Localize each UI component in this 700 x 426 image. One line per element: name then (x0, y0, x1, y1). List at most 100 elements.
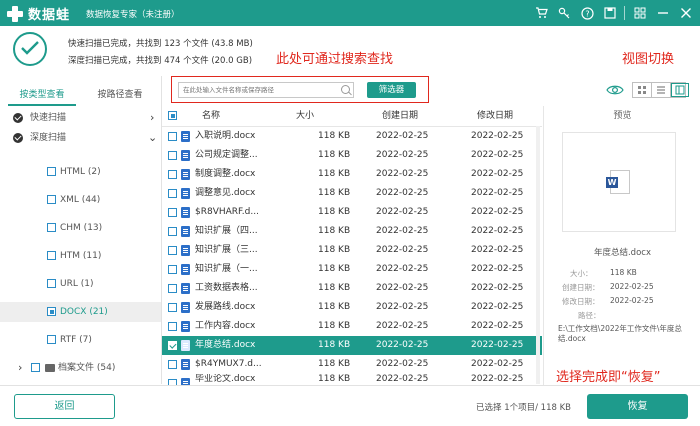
table-row[interactable]: 知识扩展（一... 118 KB 2022-02-25 2022-02-25 (162, 260, 542, 279)
recover-button[interactable]: 恢复 (587, 394, 688, 419)
checkbox[interactable] (47, 307, 56, 316)
checkbox[interactable] (31, 363, 40, 372)
search-input[interactable] (179, 83, 329, 97)
file-size: 118 KB (318, 150, 351, 160)
file-name: 发展路线.docx (195, 302, 256, 312)
table-row[interactable]: $R8VHARF.d... 118 KB 2022-02-25 2022-02-… (162, 203, 542, 222)
column-modified[interactable]: 修改日期 (477, 106, 513, 126)
tree-archive[interactable]: › 档案文件 (54) (0, 358, 161, 378)
eye-icon[interactable] (606, 84, 624, 96)
minimize-icon[interactable] (655, 5, 671, 21)
file-created: 2022-02-25 (376, 340, 429, 350)
row-checkbox[interactable] (168, 151, 177, 160)
column-size[interactable]: 大小 (296, 106, 314, 126)
file-modified: 2022-02-25 (471, 169, 524, 179)
row-checkbox[interactable] (168, 322, 177, 331)
type-item-rtf[interactable]: RTF (7) (0, 330, 161, 350)
docx-file-icon (181, 264, 190, 275)
app-subtitle: 数据恢复专家（未注册） (86, 10, 180, 20)
detail-view-icon[interactable] (671, 83, 689, 97)
table-row-selected[interactable]: 年度总结.docx 118 KB 2022-02-25 2022-02-25 (162, 336, 542, 355)
checkbox[interactable] (47, 223, 56, 232)
size-value: 118 KB (610, 268, 637, 277)
tree-deep-scan[interactable]: 深度扫描 ⌄ (0, 128, 161, 148)
column-name[interactable]: 名称 (202, 106, 220, 126)
table-row[interactable]: 入职说明.docx 118 KB 2022-02-25 2022-02-25 (162, 127, 542, 146)
row-checkbox[interactable] (168, 227, 177, 236)
file-size: 118 KB (318, 302, 351, 312)
search-field[interactable] (178, 82, 354, 98)
table-row[interactable]: 发展路线.docx 118 KB 2022-02-25 2022-02-25 (162, 298, 542, 317)
row-checkbox[interactable] (168, 303, 177, 312)
type-item-url[interactable]: URL (1) (0, 274, 161, 294)
file-created: 2022-02-25 (376, 264, 429, 274)
file-name: 知识扩展（一... (195, 264, 258, 274)
chevron-right-icon[interactable]: › (18, 358, 22, 378)
type-label: XML (44) (60, 195, 101, 205)
checkbox[interactable] (47, 335, 56, 344)
select-all-checkbox[interactable] (168, 111, 177, 120)
tab-by-path[interactable]: 按路径查看 (86, 84, 154, 106)
checkbox[interactable] (47, 279, 56, 288)
table-row[interactable]: 工作内容.docx 118 KB 2022-02-25 2022-02-25 (162, 317, 542, 336)
modified-label: 修改日期： (562, 297, 600, 306)
tree-quick-scan[interactable]: 快速扫描 › (0, 108, 161, 128)
file-created: 2022-02-25 (376, 283, 429, 293)
table-row[interactable]: 公司规定调整... 118 KB 2022-02-25 2022-02-25 (162, 146, 542, 165)
row-checkbox[interactable] (168, 265, 177, 274)
save-icon[interactable] (602, 5, 618, 21)
file-created: 2022-02-25 (376, 321, 429, 331)
file-table: 名称 大小 创建日期 修改日期 入职说明.docx 118 KB 2022-02… (162, 106, 542, 386)
column-created[interactable]: 创建日期 (382, 106, 418, 126)
chevron-right-icon[interactable]: › (150, 108, 154, 128)
row-checkbox[interactable] (168, 208, 177, 217)
file-name: $R8VHARF.d... (195, 207, 259, 217)
table-row[interactable]: 知识扩展（三... 118 KB 2022-02-25 2022-02-25 (162, 241, 542, 260)
back-button[interactable]: 返回 (14, 394, 115, 419)
row-checkbox[interactable] (168, 132, 177, 141)
file-created: 2022-02-25 (376, 245, 429, 255)
modified-value: 2022-02-25 (610, 296, 654, 305)
cart-icon[interactable] (533, 5, 549, 21)
table-scrollbar[interactable] (536, 126, 540, 384)
close-icon[interactable] (678, 5, 694, 21)
created-value: 2022-02-25 (610, 282, 654, 291)
table-row[interactable]: 调整意见.docx 118 KB 2022-02-25 2022-02-25 (162, 184, 542, 203)
checkbox[interactable] (47, 195, 56, 204)
type-item-chm[interactable]: CHM (13) (0, 218, 161, 238)
grid-icon[interactable] (632, 5, 648, 21)
type-item-docx[interactable]: DOCX (21) (0, 302, 161, 322)
checkbox[interactable] (47, 167, 56, 176)
row-checkbox[interactable] (168, 360, 177, 369)
row-checkbox[interactable] (168, 170, 177, 179)
help-icon[interactable]: ? (579, 5, 595, 21)
app-name: 数据蛙 (28, 8, 71, 23)
table-row[interactable]: 制度调整.docx 118 KB 2022-02-25 2022-02-25 (162, 165, 542, 184)
checkbox[interactable] (47, 251, 56, 260)
tab-by-type[interactable]: 按类型查看 (8, 84, 76, 106)
table-row[interactable]: 工资数据表格... 118 KB 2022-02-25 2022-02-25 (162, 279, 542, 298)
window-controls: ? (526, 5, 694, 21)
type-item-html[interactable]: HTML (2) (0, 162, 161, 182)
filter-button[interactable]: 筛选器 (367, 82, 416, 98)
table-row[interactable]: 知识扩展（四... 118 KB 2022-02-25 2022-02-25 (162, 222, 542, 241)
type-item-htm[interactable]: HTM (11) (0, 246, 161, 266)
grid-view-icon[interactable] (633, 83, 652, 97)
docx-file-icon (181, 302, 190, 313)
list-view-icon[interactable] (652, 83, 671, 97)
row-checkbox[interactable] (168, 246, 177, 255)
chevron-down-icon[interactable]: ⌄ (148, 128, 157, 148)
file-size: 118 KB (318, 359, 351, 369)
type-item-xml[interactable]: XML (44) (0, 190, 161, 210)
search-icon[interactable] (341, 85, 350, 94)
file-size: 118 KB (318, 188, 351, 198)
row-checkbox[interactable] (168, 341, 177, 350)
row-checkbox[interactable] (168, 189, 177, 198)
row-checkbox[interactable] (168, 284, 177, 293)
table-row[interactable]: $R4YMUX7.d... 118 KB 2022-02-25 2022-02-… (162, 355, 542, 374)
svg-text:?: ? (585, 9, 589, 18)
file-created: 2022-02-25 (376, 188, 429, 198)
key-icon[interactable] (556, 5, 572, 21)
file-name: 调整意见.docx (195, 188, 256, 198)
docx-file-icon (181, 169, 190, 180)
